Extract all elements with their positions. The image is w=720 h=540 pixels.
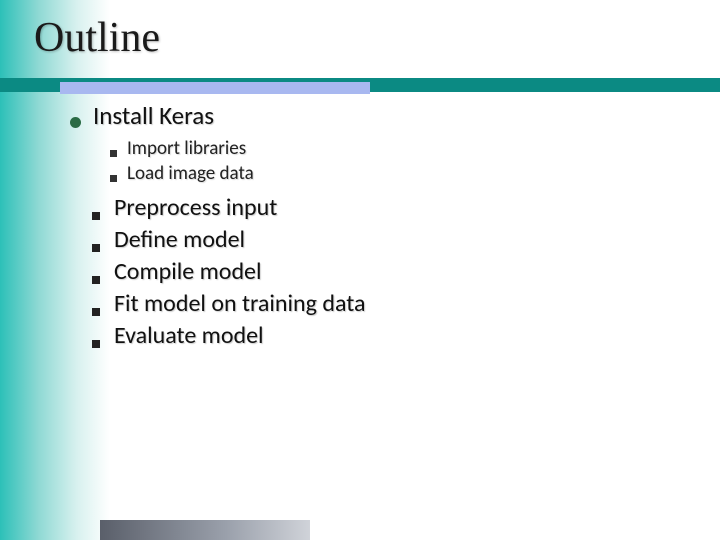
square-bullet-icon: [110, 175, 117, 182]
slide-title: Outline: [34, 14, 720, 62]
step-text: Define model: [114, 225, 245, 254]
square-bullet-icon: [92, 244, 100, 252]
bottom-decorative-bar: [100, 520, 310, 540]
square-bullet-icon: [92, 308, 100, 316]
square-bullet-icon: [92, 276, 100, 284]
content-area: Install Keras Import libraries Load imag…: [0, 70, 720, 350]
step-text: Fit model on training data: [114, 289, 366, 318]
step-list: Preprocess input Define model Compile mo…: [70, 193, 720, 350]
step-item: Preprocess input: [92, 193, 720, 222]
step-item: Evaluate model: [92, 321, 720, 350]
square-bullet-icon: [92, 340, 100, 348]
sub-bullet-item: Import libraries: [110, 137, 720, 160]
square-bullet-icon: [110, 150, 117, 157]
sub-bullet-text: Load image data: [127, 162, 254, 185]
step-text: Preprocess input: [114, 193, 277, 222]
step-item: Define model: [92, 225, 720, 254]
sub-bullet-text: Import libraries: [127, 137, 246, 160]
square-bullet-icon: [92, 212, 100, 220]
title-area: Outline: [0, 0, 720, 70]
step-text: Evaluate model: [114, 321, 264, 350]
bullet-level1-text: Install Keras: [93, 100, 214, 131]
bullet-level1: Install Keras: [70, 100, 720, 131]
step-item: Fit model on training data: [92, 289, 720, 318]
step-text: Compile model: [114, 257, 262, 286]
sub-bullet-item: Load image data: [110, 162, 720, 185]
step-item: Compile model: [92, 257, 720, 286]
sub-bullet-group: Import libraries Load image data: [70, 137, 720, 185]
disc-bullet-icon: [70, 117, 81, 128]
